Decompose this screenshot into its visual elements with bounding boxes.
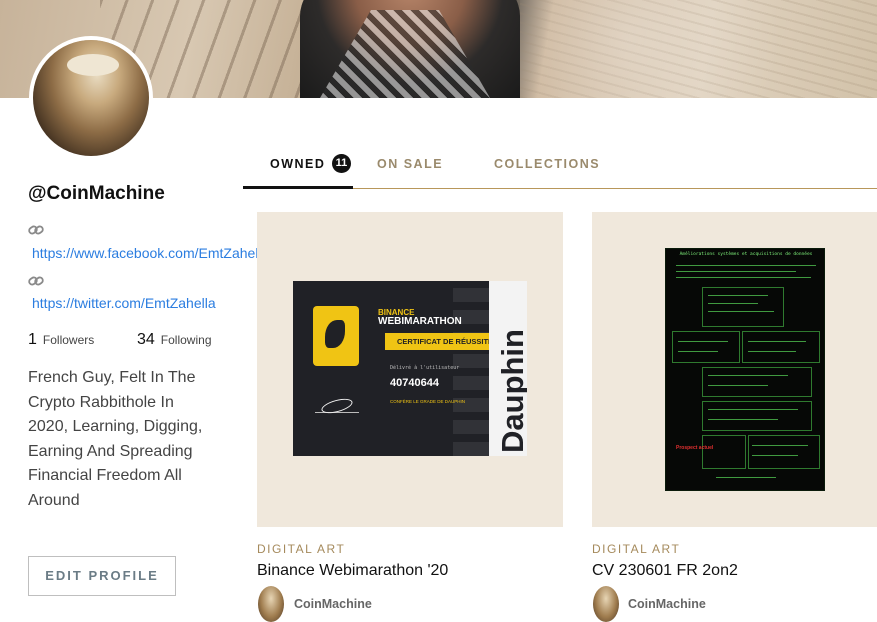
cv-line [748, 351, 796, 352]
link-icon [28, 274, 46, 288]
cv-red-note: Prospect actuel [676, 445, 714, 451]
card-title[interactable]: Binance Webimarathon '20 [257, 562, 448, 580]
cv-line [708, 295, 768, 296]
cv-line [676, 271, 796, 272]
cv-line [708, 409, 798, 410]
edit-profile-button[interactable]: EDIT PROFILE [28, 556, 176, 596]
tab-collections[interactable]: COLLECTIONS [494, 157, 600, 171]
following-stat[interactable]: 34 Following [137, 331, 212, 349]
cv-line [708, 375, 788, 376]
cv-line [676, 277, 811, 278]
card-owner[interactable]: CoinMachine [294, 597, 372, 611]
cv-line [708, 311, 774, 312]
tab-on-sale[interactable]: ON SALE [377, 157, 443, 171]
profile-username: @CoinMachine [28, 183, 165, 204]
facebook-link[interactable]: https://www.facebook.com/EmtZahella [32, 245, 257, 261]
cv-line [708, 419, 778, 420]
card-type: DIGITAL ART [592, 542, 681, 556]
cv-section-box [702, 435, 746, 469]
dolphin-logo-icon [313, 306, 359, 366]
artwork-grade: CONFÈRE LE GRADE DE DAUPHIN [390, 399, 466, 404]
artwork-user-id: 40740644 [390, 377, 439, 389]
following-count: 34 [137, 331, 155, 348]
profile-bio: French Guy, Felt In The Crypto Rabbithol… [28, 369, 203, 509]
cv-heading: Améliorations systèmes et acquisitions d… [679, 252, 813, 257]
owner-avatar[interactable] [593, 586, 619, 622]
cv-line [748, 341, 806, 342]
following-label: Following [160, 333, 212, 347]
artwork-banner: CERTIFICAT DE RÉUSSITE [385, 333, 505, 350]
artwork-vertical-panel: Dauphin [489, 281, 527, 456]
cv-section-box [702, 287, 784, 327]
avatar-hat [67, 54, 119, 76]
cv-artwork[interactable]: Améliorations systèmes et acquisitions d… [665, 248, 825, 491]
cv-line [708, 303, 758, 304]
followers-label: Followers [42, 333, 95, 347]
link-icon [28, 223, 46, 237]
cv-section-box [702, 401, 812, 431]
cv-line [716, 477, 776, 478]
artwork-delivered: Délivré à l'utilisateur [390, 365, 460, 371]
followers-count: 1 [28, 331, 37, 348]
profile-avatar [29, 36, 153, 160]
artwork-brand-main: WEBIMARATHON [378, 316, 462, 327]
cv-line [676, 265, 816, 266]
cv-line [678, 351, 718, 352]
certificate-artwork[interactable]: BINANCE WEBIMARATHON CERTIFICAT DE RÉUSS… [293, 281, 527, 456]
artwork-vertical-text: Dauphin [495, 329, 527, 453]
cv-section-box [742, 331, 820, 363]
cv-section-box [748, 435, 820, 469]
twitter-link[interactable]: https://twitter.com/EmtZahella [32, 295, 216, 311]
banner-sand [520, 0, 877, 98]
active-tab-indicator [243, 186, 353, 189]
signature-image [315, 397, 359, 413]
owner-avatar[interactable] [258, 586, 284, 622]
cv-line [752, 455, 798, 456]
card-type: DIGITAL ART [257, 542, 346, 556]
followers-stat[interactable]: 1 Followers [28, 331, 94, 349]
cv-line [752, 445, 808, 446]
card-title[interactable]: CV 230601 FR 2on2 [592, 562, 738, 580]
cv-line [678, 341, 728, 342]
owned-count-badge: 11 [332, 154, 351, 173]
tab-owned[interactable]: OWNED [270, 157, 325, 171]
cv-section-box [672, 331, 740, 363]
card-owner[interactable]: CoinMachine [628, 597, 706, 611]
cv-section-box [702, 367, 812, 397]
cv-line [708, 385, 768, 386]
